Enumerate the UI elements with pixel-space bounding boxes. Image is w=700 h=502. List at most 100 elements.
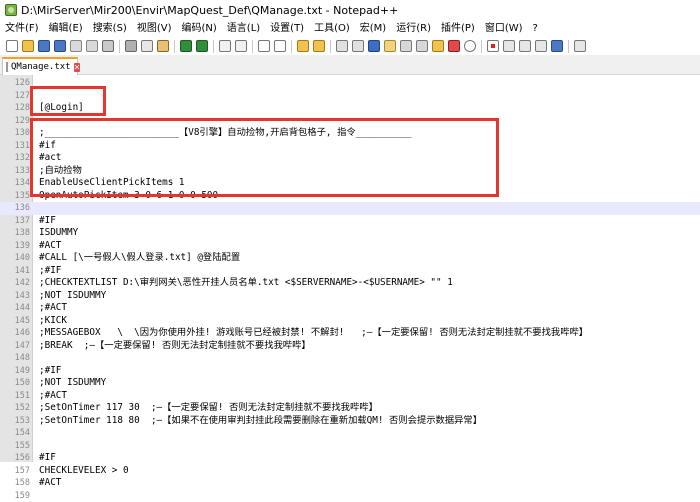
print-icon[interactable]	[102, 40, 114, 52]
code-line[interactable]: 157CHECKLEVELEX > 0	[0, 465, 700, 478]
menu-settings[interactable]: 设置(T)	[265, 20, 309, 37]
code-line[interactable]: 153;SetOnTimer 118 80 ;—【如果不在使用审判封挂此段需要删…	[0, 415, 700, 428]
function-list-icon[interactable]	[416, 40, 428, 52]
find-icon[interactable]	[219, 40, 231, 52]
line-text[interactable]: ISDUMMY	[39, 227, 78, 240]
line-text[interactable]: ;#ACT	[39, 302, 67, 315]
code-line[interactable]: 152;SetOnTimer 117 30 ;—【一定要保留! 否则无法封定制挂…	[0, 402, 700, 415]
line-text[interactable]: #CALL [\一号假人\假人登录.txt] @登陆配置	[39, 252, 240, 265]
menu-macro[interactable]: 宏(M)	[355, 20, 391, 37]
code-line[interactable]: 141;#IF	[0, 265, 700, 278]
sync-vertical-icon[interactable]	[297, 40, 309, 52]
menu-view[interactable]: 视图(V)	[132, 20, 177, 37]
indent-guide-icon[interactable]	[368, 40, 380, 52]
line-text[interactable]: #ACT	[39, 240, 61, 253]
line-text[interactable]: ;CHECKTEXTLIST D:\审判网关\恶性开挂人员名单.txt <$SE…	[39, 277, 453, 290]
line-text[interactable]: ;#IF	[39, 265, 61, 278]
code-line[interactable]: 137#IF	[0, 215, 700, 228]
copy-icon[interactable]	[141, 40, 153, 52]
line-text[interactable]: ;BREAK ;—【一定要保留! 否则无法封定制挂就不要找我哔哔】	[39, 340, 311, 353]
code-line[interactable]: 147 ;BREAK ;—【一定要保留! 否则无法封定制挂就不要找我哔哔】	[0, 340, 700, 353]
line-text[interactable]: CHECKLEVELEX > 0	[39, 465, 129, 478]
tab-qmanage[interactable]: QManage.txt ✕	[2, 57, 78, 75]
code-line[interactable]: 144;#ACT	[0, 302, 700, 315]
code-line[interactable]: 148	[0, 352, 700, 365]
open-folder-icon[interactable]	[22, 40, 34, 52]
line-text[interactable]: ;NOT ISDUMMY	[39, 290, 106, 303]
new-file-icon[interactable]	[6, 40, 18, 52]
plugin-icon[interactable]	[574, 40, 586, 52]
close-all-icon[interactable]	[86, 40, 98, 52]
line-text[interactable]: ;SetOnTimer 118 80 ;—【如果不在使用审判封挂此段需要删除在重…	[39, 415, 482, 428]
code-line[interactable]: 151 ;#ACT	[0, 390, 700, 403]
eye-icon[interactable]	[464, 40, 476, 52]
replace-icon[interactable]	[235, 40, 247, 52]
undo-icon[interactable]	[180, 40, 192, 52]
run-macro-multiple-icon[interactable]	[535, 40, 547, 52]
menu-file[interactable]: 文件(F)	[0, 20, 44, 37]
monitoring-icon[interactable]	[448, 40, 460, 52]
close-tab-icon[interactable]: ✕	[74, 63, 81, 72]
code-line[interactable]: 156#IF	[0, 452, 700, 465]
line-text[interactable]: ;#IF	[39, 365, 61, 378]
document-map-icon[interactable]	[400, 40, 412, 52]
playback-macro-icon[interactable]	[519, 40, 531, 52]
line-text[interactable]: ;NOT ISDUMMY	[39, 377, 106, 390]
code-line[interactable]: 155	[0, 440, 700, 453]
toolbar-separator	[252, 40, 253, 53]
code-line[interactable]: 142;CHECKTEXTLIST D:\审判网关\恶性开挂人员名单.txt <…	[0, 277, 700, 290]
line-number: 151	[0, 390, 30, 403]
menu-search[interactable]: 搜索(S)	[88, 20, 132, 37]
folder-as-workspace-icon[interactable]	[432, 40, 444, 52]
line-text[interactable]: ;SetOnTimer 117 30 ;—【一定要保留! 否则无法封定制挂就不要…	[39, 402, 378, 415]
menu-tools[interactable]: 工具(O)	[309, 20, 355, 37]
record-macro-icon[interactable]	[487, 40, 499, 52]
paste-icon[interactable]	[157, 40, 169, 52]
sync-horizontal-icon[interactable]	[313, 40, 325, 52]
zoom-in-icon[interactable]	[258, 40, 270, 52]
line-number: 146	[0, 327, 30, 340]
code-line[interactable]: 158#ACT	[0, 477, 700, 490]
line-text[interactable]: #ACT	[39, 477, 61, 490]
editor[interactable]: 126127128[@Login]129130;________________…	[0, 75, 700, 462]
menu-plugins[interactable]: 插件(P)	[436, 20, 480, 37]
code-line[interactable]: 143;NOT ISDUMMY	[0, 290, 700, 303]
redo-icon[interactable]	[196, 40, 208, 52]
cut-icon[interactable]	[125, 40, 137, 52]
line-text[interactable]: ;KICK	[39, 315, 67, 328]
code-line[interactable]: 154	[0, 427, 700, 440]
show-all-characters-icon[interactable]	[352, 40, 364, 52]
save-macro-icon[interactable]	[551, 40, 563, 52]
line-text[interactable]: #IF	[39, 452, 56, 465]
code-line[interactable]: 136	[0, 202, 700, 215]
code-line[interactable]: 138ISDUMMY	[0, 227, 700, 240]
code-line[interactable]: 139#ACT	[0, 240, 700, 253]
user-defined-language-icon[interactable]	[384, 40, 396, 52]
zoom-out-icon[interactable]	[274, 40, 286, 52]
menu-help[interactable]: ?	[528, 20, 543, 37]
line-number: 132	[0, 152, 30, 165]
line-number: 147	[0, 340, 30, 353]
menu-window[interactable]: 窗口(W)	[480, 20, 528, 37]
code-line[interactable]: 140#CALL [\一号假人\假人登录.txt] @登陆配置	[0, 252, 700, 265]
word-wrap-icon[interactable]	[336, 40, 348, 52]
menu-edit[interactable]: 编辑(E)	[44, 20, 88, 37]
line-number: 126	[0, 77, 30, 90]
close-file-icon[interactable]	[70, 40, 82, 52]
stop-recording-icon[interactable]	[503, 40, 515, 52]
line-number: 150	[0, 377, 30, 390]
line-text[interactable]: ;MESSAGEBOX \ \因为你使用外挂! 游戏账号已经被封禁! 不解封! …	[39, 327, 588, 340]
save-all-icon[interactable]	[54, 40, 66, 52]
code-line[interactable]: 159	[0, 490, 700, 502]
line-text[interactable]: #IF	[39, 215, 56, 228]
file-icon	[6, 62, 8, 72]
code-line[interactable]: 146 ;MESSAGEBOX \ \因为你使用外挂! 游戏账号已经被封禁! 不解…	[0, 327, 700, 340]
code-line[interactable]: 145;KICK	[0, 315, 700, 328]
code-line[interactable]: 150 ;NOT ISDUMMY	[0, 377, 700, 390]
save-icon[interactable]	[38, 40, 50, 52]
menu-encoding[interactable]: 编码(N)	[177, 20, 222, 37]
menu-run[interactable]: 运行(R)	[391, 20, 436, 37]
code-line[interactable]: 149;#IF	[0, 365, 700, 378]
line-text[interactable]: ;#ACT	[39, 390, 67, 403]
menu-language[interactable]: 语言(L)	[222, 20, 265, 37]
